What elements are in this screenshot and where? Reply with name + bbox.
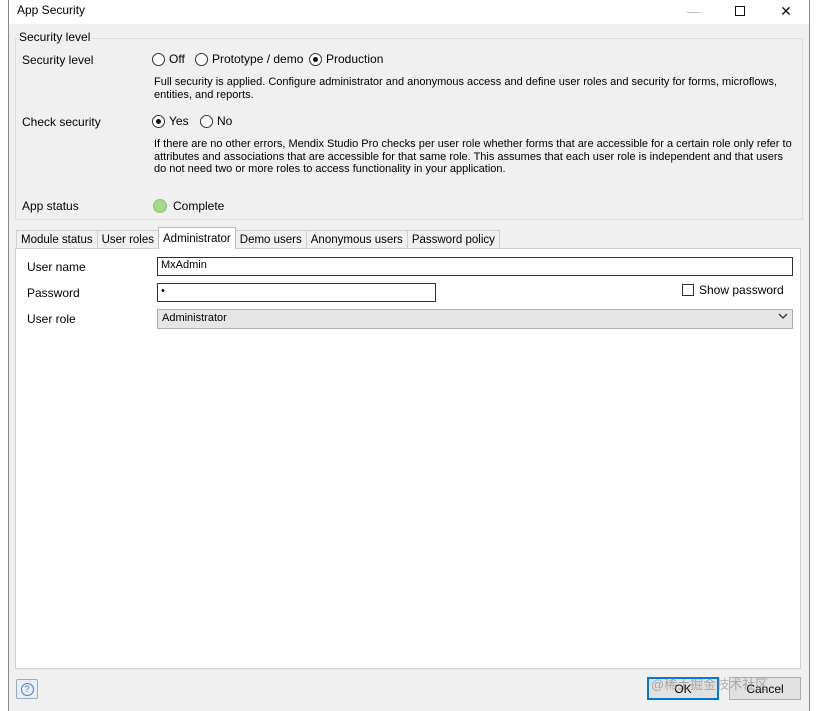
tab-demo-users[interactable]: Demo users: [234, 230, 307, 249]
tab-password-policy[interactable]: Password policy: [406, 230, 500, 249]
security-group-legend: Security level: [17, 30, 93, 44]
tab-strip: Module status User roles Administrator D…: [16, 227, 500, 249]
app-status-label: App status: [22, 199, 79, 213]
administrator-panel: User name MxAdmin Password • Show passwo…: [15, 248, 801, 669]
password-label: Password: [27, 286, 80, 300]
userrole-selected-value: Administrator: [162, 312, 227, 324]
tab-anonymous-users[interactable]: Anonymous users: [305, 230, 408, 249]
userrole-select[interactable]: Administrator: [157, 309, 793, 329]
security-level-description: Full security is applied. Configure admi…: [154, 76, 777, 101]
radio-off[interactable]: Off: [152, 52, 185, 66]
radio-no-label: No: [217, 114, 233, 128]
minimize-button[interactable]: —: [671, 0, 717, 22]
radio-production[interactable]: Production: [309, 52, 383, 66]
window-title: App Security: [17, 3, 86, 17]
radio-circle-checked: [152, 114, 165, 128]
radio-prototype-demo[interactable]: Prototype / demo: [195, 52, 303, 66]
tab-administrator[interactable]: Administrator: [158, 227, 236, 249]
radio-circle: [200, 114, 213, 128]
security-level-label: Security level: [22, 53, 94, 67]
chevron-down-icon: [778, 311, 788, 324]
userrole-label: User role: [27, 312, 76, 326]
radio-check-no[interactable]: No: [200, 114, 232, 128]
radio-circle: [195, 52, 208, 66]
radio-circle: [152, 52, 165, 66]
radio-yes-label: Yes: [169, 114, 189, 128]
close-button[interactable]: ✕: [763, 0, 809, 22]
password-input[interactable]: •: [157, 283, 436, 302]
checkbox-box: [682, 284, 694, 296]
help-button[interactable]: ?: [16, 679, 38, 699]
radio-check-yes[interactable]: Yes: [152, 114, 189, 128]
username-input[interactable]: MxAdmin: [157, 257, 793, 276]
radio-circle-checked: [309, 52, 322, 66]
status-dot-icon: [153, 199, 167, 213]
tab-module-status[interactable]: Module status: [16, 230, 98, 249]
radio-off-label: Off: [169, 52, 185, 66]
title-bar: App Security — ✕: [9, 0, 809, 24]
radio-prototype-label: Prototype / demo: [212, 52, 304, 66]
maximize-button[interactable]: [717, 0, 763, 22]
show-password-checkbox[interactable]: Show password: [682, 283, 784, 297]
check-security-description: If there are no other errors, Mendix Stu…: [154, 138, 792, 175]
check-security-label: Check security: [22, 115, 101, 129]
security-group: [15, 38, 803, 220]
radio-production-label: Production: [326, 52, 384, 66]
app-security-dialog: App Security — ✕ Security level Security…: [8, 0, 810, 711]
ok-button[interactable]: OK: [647, 677, 719, 700]
app-status-indicator: Complete: [153, 199, 224, 213]
app-status-value: Complete: [173, 199, 225, 213]
cancel-button[interactable]: Cancel: [729, 677, 801, 700]
username-label: User name: [27, 260, 86, 274]
show-password-label: Show password: [699, 283, 784, 297]
help-icon: ?: [20, 682, 34, 696]
tab-user-roles[interactable]: User roles: [96, 230, 160, 249]
maximize-icon: [735, 6, 745, 16]
